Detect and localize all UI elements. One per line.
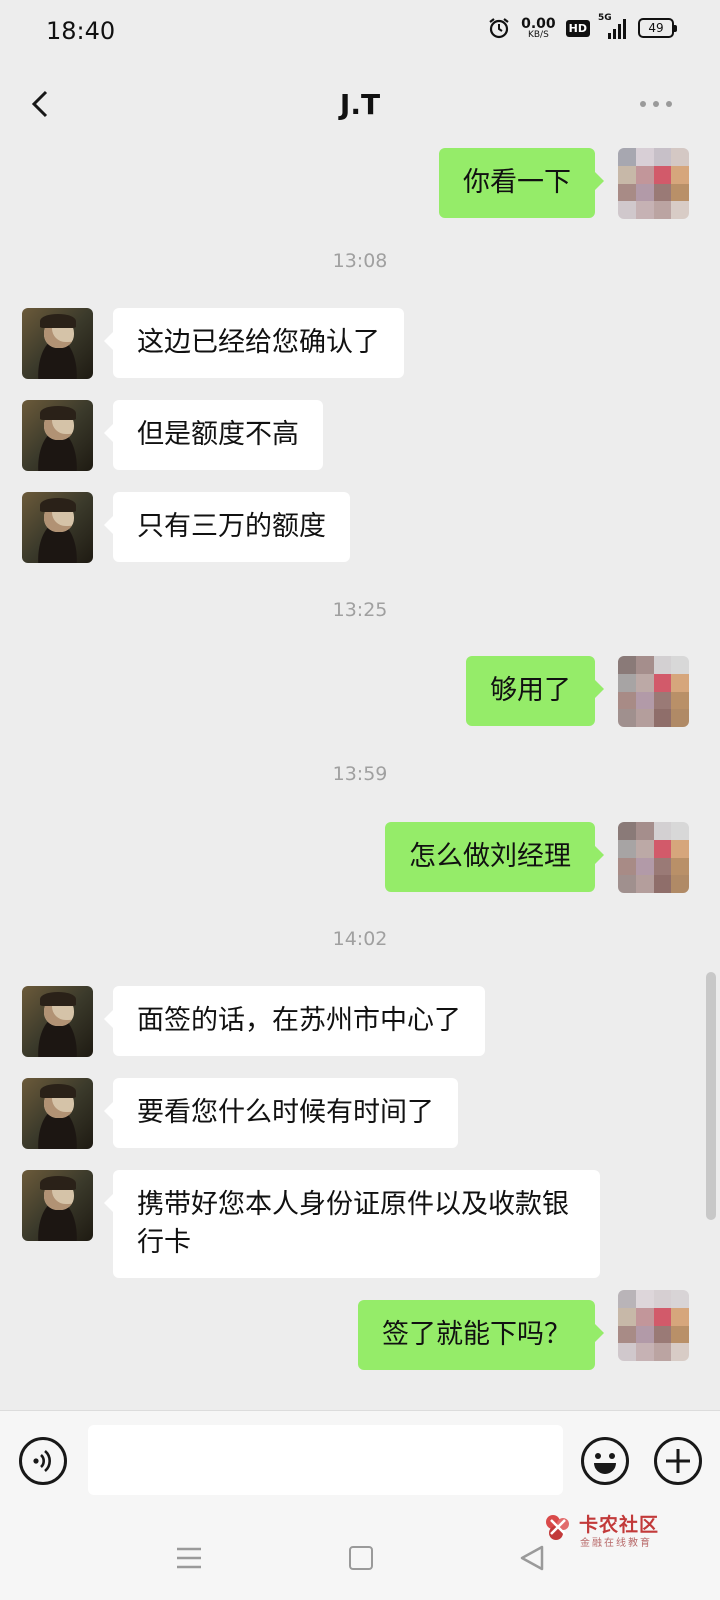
message-input[interactable] xyxy=(88,1425,563,1495)
message-bubble-incoming[interactable]: 这边已经给您确认了 xyxy=(104,308,404,378)
signal-label: 5G xyxy=(598,13,612,23)
message-bubble-incoming[interactable]: 面签的话，在苏州市中心了 xyxy=(104,986,485,1056)
message-bubble-incoming[interactable]: 携带好您本人身份证原件以及收款银行卡 xyxy=(104,1170,600,1278)
input-bar xyxy=(0,1410,720,1520)
contact-avatar[interactable] xyxy=(22,1170,93,1241)
more-functions-button[interactable] xyxy=(654,1437,702,1485)
watermark: 卡农社区 金融在线教育 xyxy=(543,1510,703,1550)
contact-avatar[interactable] xyxy=(22,308,93,379)
more-button[interactable] xyxy=(640,96,680,112)
emoji-icon xyxy=(594,1453,616,1474)
chat-header: J.T xyxy=(0,62,720,148)
scrollbar[interactable] xyxy=(706,972,716,1220)
more-icon xyxy=(640,101,646,107)
battery-level: 49 xyxy=(648,21,664,35)
contact-avatar[interactable] xyxy=(22,492,93,563)
plus-icon xyxy=(666,1449,690,1473)
network-speed-value: 0.00 xyxy=(521,15,556,32)
signal-icon: 5G xyxy=(598,13,628,39)
chat-title: J.T xyxy=(339,88,381,121)
message-bubble-outgoing[interactable]: 怎么做刘经理 xyxy=(385,822,604,892)
battery-icon: 49 xyxy=(638,18,677,38)
home-button[interactable] xyxy=(349,1546,373,1570)
contact-avatar[interactable] xyxy=(22,1078,93,1149)
message-bubble-outgoing[interactable]: 够用了 xyxy=(466,656,604,726)
emoji-button[interactable] xyxy=(581,1437,629,1485)
my-avatar[interactable] xyxy=(618,656,689,727)
contact-avatar[interactable] xyxy=(22,400,93,471)
alarm-icon xyxy=(489,18,509,39)
status-time: 18:40 xyxy=(46,17,116,45)
recent-apps-button[interactable] xyxy=(176,1546,202,1570)
network-speed-unit: KB/S xyxy=(527,29,549,40)
timestamp: 14:02 xyxy=(332,928,388,950)
timestamp: 13:08 xyxy=(332,250,388,272)
status-icons: 0.00 KB/S HD 5G 49 xyxy=(487,13,677,40)
contact-avatar[interactable] xyxy=(22,986,93,1057)
nav-back-icon xyxy=(520,1545,544,1571)
message-bubble-outgoing[interactable]: 你看一下 xyxy=(439,148,604,218)
status-bar: 18:40 0.00 KB/S HD 5G 49 xyxy=(0,0,720,62)
hd-badge: HD xyxy=(565,19,590,37)
message-list[interactable]: 你看一下 13:08 这边已经给您确认了 但是额度不高 只有三万的额度 13:2… xyxy=(0,148,720,1410)
my-avatar[interactable] xyxy=(618,1290,689,1361)
message-bubble-incoming[interactable]: 但是额度不高 xyxy=(104,400,323,470)
network-speed: 0.00 KB/S xyxy=(521,17,556,40)
watermark-logo-icon xyxy=(546,1515,569,1540)
voice-icon xyxy=(33,1450,51,1472)
message-bubble-incoming[interactable]: 要看您什么时候有时间了 xyxy=(104,1078,458,1148)
my-avatar[interactable] xyxy=(618,822,689,893)
voice-button[interactable] xyxy=(19,1437,67,1485)
menu-icon xyxy=(177,1547,201,1569)
my-avatar[interactable] xyxy=(618,148,689,219)
system-back-button[interactable] xyxy=(518,1544,546,1572)
message-bubble-outgoing[interactable]: 签了就能下吗？ xyxy=(358,1300,604,1370)
timestamp: 13:25 xyxy=(332,599,388,621)
timestamp: 13:59 xyxy=(332,763,388,785)
watermark-title: 卡农社区 xyxy=(579,1514,660,1536)
message-bubble-incoming[interactable]: 只有三万的额度 xyxy=(104,492,350,562)
watermark-subtitle: 金融在线教育 xyxy=(580,1538,652,1549)
